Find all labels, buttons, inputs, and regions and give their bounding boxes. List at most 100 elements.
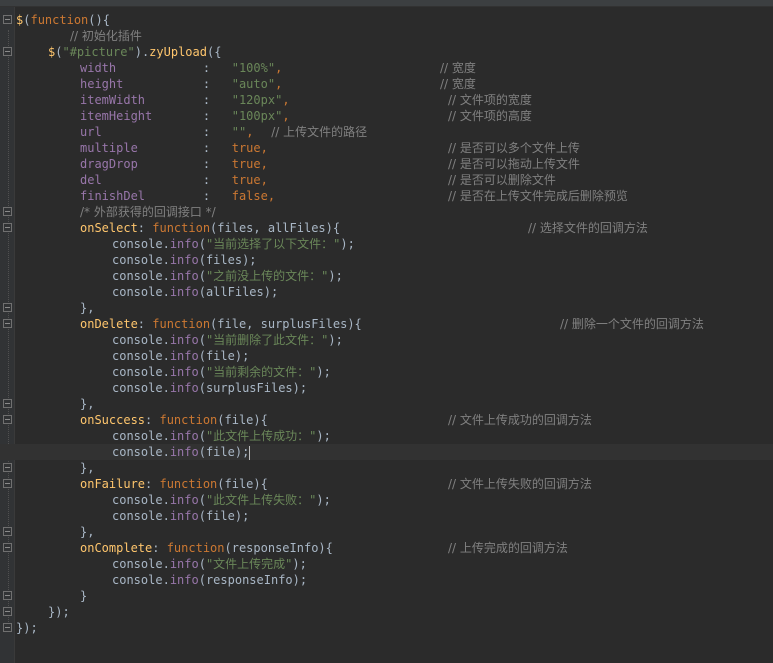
code-comment: // 文件项的高度 [448, 109, 532, 123]
code-text: del : true, [80, 172, 268, 188]
code-line[interactable]: console.info("此文件上传成功："); [0, 428, 773, 444]
code-token: : [137, 221, 153, 235]
fold-marker-icon[interactable] [3, 527, 12, 536]
code-line[interactable]: console.info(file); [0, 508, 773, 524]
code-line[interactable]: onSuccess: function(file){// 文件上传成功的回调方法 [0, 412, 773, 428]
fold-marker-icon[interactable] [3, 319, 12, 328]
code-line[interactable]: }); [0, 620, 773, 636]
code-token: (responseInfo){ [224, 541, 333, 555]
code-token: . [162, 573, 170, 587]
code-token: console [112, 557, 163, 571]
fold-marker-icon[interactable] [3, 463, 12, 472]
code-token: true [231, 157, 261, 171]
code-line[interactable]: onDelete: function(file, surplusFiles){/… [0, 316, 773, 332]
fold-marker-icon[interactable] [3, 207, 12, 216]
code-line[interactable]: finishDel : false, // 是否在上传文件完成后删除预览 [0, 188, 773, 204]
code-line[interactable]: multiple : true, // 是否可以多个文件上传 [0, 140, 773, 156]
code-token: onSuccess [80, 413, 146, 427]
code-line[interactable]: console.info("此文件上传失败："); [0, 492, 773, 508]
code-token: : [145, 93, 232, 107]
code-line[interactable]: // 初始化插件 [0, 28, 773, 44]
fold-marker-icon[interactable] [3, 607, 12, 616]
code-line[interactable]: $(function(){ [0, 12, 773, 28]
code-line[interactable]: }, [0, 300, 773, 316]
code-comment: // 文件上传成功的回调方法 [448, 413, 592, 427]
fold-marker-icon[interactable] [3, 623, 12, 632]
code-line[interactable]: itemWidth : "120px", // 文件项的宽度 [0, 92, 773, 108]
fold-marker-icon[interactable] [3, 47, 12, 56]
code-token: . [162, 509, 170, 523]
fold-marker-icon[interactable] [3, 223, 12, 232]
code-token: "此文件上传成功：" [205, 429, 317, 443]
code-token: "当前选择了以下文件：" [205, 237, 341, 251]
code-token: zyUpload [149, 45, 207, 59]
code-line[interactable]: itemHeight : "100px", // 文件项的高度 [0, 108, 773, 124]
code-text: }, [80, 300, 94, 316]
code-line[interactable]: } [0, 588, 773, 604]
code-token: del [80, 173, 102, 187]
code-line[interactable]: console.info(file); [0, 348, 773, 364]
code-line[interactable]: console.info("当前选择了以下文件："); [0, 236, 773, 252]
code-line[interactable]: $("#picture").zyUpload({ [0, 44, 773, 60]
code-comment: /* 外部获得的回调接口 */ [80, 205, 216, 219]
code-token: . [162, 493, 170, 507]
fold-marker-icon[interactable] [3, 591, 12, 600]
code-text: onDelete: function(file, surplusFiles){ [80, 316, 362, 332]
code-token: . [162, 333, 170, 347]
code-line[interactable]: console.info(surplusFiles); [0, 380, 773, 396]
code-line[interactable]: console.info("之前没上传的文件："); [0, 268, 773, 284]
code-token: (file){ [217, 477, 268, 491]
code-line[interactable]: height : "auto", // 宽度 [0, 76, 773, 92]
code-comment: // 上传文件的路径 [271, 125, 368, 139]
code-token: , [275, 77, 283, 91]
code-token: }, [80, 301, 95, 315]
code-line[interactable]: onSelect: function(files, allFiles){// 选… [0, 220, 773, 236]
code-text: dragDrop : true, [80, 156, 268, 172]
code-token: ( [198, 429, 206, 443]
code-token: (file, surplusFiles){ [210, 317, 362, 331]
code-token: info [169, 557, 199, 571]
code-text: console.info("之前没上传的文件："); [112, 268, 343, 284]
fold-marker-icon[interactable] [3, 399, 12, 408]
code-token: (files, allFiles){ [210, 221, 341, 235]
code-token: "此文件上传失败：" [205, 493, 317, 507]
code-line[interactable]: }, [0, 460, 773, 476]
code-line[interactable]: console.info("当前剩余的文件："); [0, 364, 773, 380]
code-line[interactable]: del : true, // 是否可以删除文件 [0, 172, 773, 188]
code-line[interactable]: /* 外部获得的回调接口 */ [0, 204, 773, 220]
code-token: height [80, 77, 124, 91]
code-line[interactable]: console.info("当前删除了此文件："); [0, 332, 773, 348]
code-line[interactable]: url : "", // 上传文件的路径 [0, 124, 773, 140]
code-token: ({ [206, 45, 222, 59]
code-token: : [116, 61, 232, 75]
fold-marker-icon[interactable] [3, 543, 12, 552]
code-token: (){ [88, 13, 110, 27]
fold-marker-icon[interactable] [3, 15, 12, 24]
code-line[interactable]: console.info(files); [0, 252, 773, 268]
code-text: }); [48, 604, 70, 620]
code-token: info [169, 509, 199, 523]
code-text: console.info("此文件上传失败："); [112, 492, 331, 508]
code-text: itemHeight : "100px", [80, 108, 290, 124]
fold-marker-icon[interactable] [3, 303, 12, 312]
code-line[interactable]: width : "100%", // 宽度 [0, 60, 773, 76]
code-text: console.info("当前剩余的文件："); [112, 364, 331, 380]
code-token: onFailure [80, 477, 146, 491]
code-line[interactable]: console.info(allFiles); [0, 284, 773, 300]
code-token: (file){ [217, 413, 268, 427]
code-line[interactable]: }, [0, 396, 773, 412]
code-line[interactable]: onComplete: function(responseInfo){// 上传… [0, 540, 773, 556]
code-line[interactable]: }, [0, 524, 773, 540]
code-comment: // 初始化插件 [70, 29, 142, 43]
code-line[interactable]: dragDrop : true, // 是否可以拖动上传文件 [0, 156, 773, 172]
code-token: : [152, 541, 167, 555]
code-line[interactable]: }); [0, 604, 773, 620]
code-token: function [152, 317, 211, 331]
code-line[interactable]: console.info("文件上传完成"); [0, 556, 773, 572]
code-token: "#picture" [62, 45, 135, 59]
fold-marker-icon[interactable] [3, 479, 12, 488]
fold-marker-icon[interactable] [3, 415, 12, 424]
code-line[interactable]: console.info(file); [0, 444, 773, 460]
code-line[interactable]: console.info(responseInfo); [0, 572, 773, 588]
code-line[interactable]: onFailure: function(file){// 文件上传失败的回调方法 [0, 476, 773, 492]
